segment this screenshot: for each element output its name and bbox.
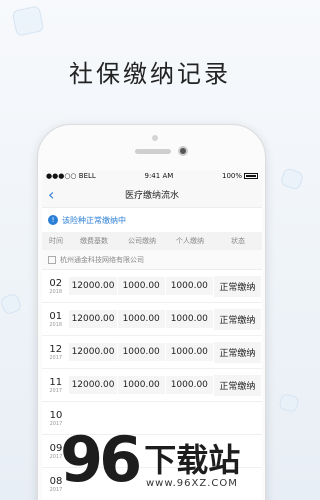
row-company: 1000.00: [117, 277, 165, 295]
status-time: 9:41 AM: [144, 172, 174, 180]
header-status: 状态: [231, 237, 245, 245]
row-date: 02 2018: [42, 278, 69, 295]
row-company: 1000.00: [117, 376, 165, 394]
row-status: 正常缴纳: [213, 275, 261, 297]
info-icon: !: [48, 215, 58, 225]
row-personal: 1000.00: [165, 343, 213, 361]
company-row: 杭州通金科技网络有限公司: [42, 250, 262, 270]
header-personal: 个人缴纳: [176, 237, 204, 245]
row-personal: 1000.00: [165, 277, 213, 295]
row-date: 11 2017: [42, 377, 69, 394]
header-company: 公司缴纳: [128, 237, 156, 245]
row-month: 10: [49, 409, 63, 421]
building-icon: [48, 255, 56, 264]
bg-decoration-left: [0, 292, 23, 316]
status-battery: 100%: [222, 172, 258, 180]
status-carrier: ●●●○○ BELL: [46, 172, 96, 180]
row-month: 01: [49, 310, 63, 322]
phone-camera: [178, 146, 188, 156]
watermark-text: 下载站: [144, 441, 241, 479]
row-status: 正常缴纳: [213, 341, 261, 363]
table-row[interactable]: 01 2018 12000.00 1000.00 1000.00 正常缴纳: [42, 303, 262, 336]
row-year: 2017: [49, 354, 63, 361]
nav-title: 医疗缴纳流水: [124, 191, 179, 201]
row-status: 正常缴纳: [213, 374, 261, 396]
phone-sensor-dot: [152, 135, 158, 141]
row-personal: 1000.00: [165, 376, 213, 394]
battery-percent: 100%: [221, 172, 242, 180]
bg-decoration-topleft: [11, 5, 45, 37]
row-base: 12000.00: [69, 343, 117, 361]
row-company: 1000.00: [117, 310, 165, 328]
table-row[interactable]: 11 2017 12000.00 1000.00 1000.00 正常缴纳: [42, 369, 262, 402]
company-name: 杭州通金科技网络有限公司: [60, 255, 144, 264]
watermark-url: www.96XZ.COM: [146, 478, 238, 489]
row-year: 2018: [49, 321, 63, 328]
nav-bar: ‹ 医疗缴纳流水: [42, 182, 262, 208]
table-header: 时间 缴费基数 公司缴纳 个人缴纳 状态: [42, 232, 262, 250]
page-title: 社保缴纳记录: [69, 60, 231, 88]
row-base: 12000.00: [69, 277, 117, 295]
notice-text: 该险种正常缴纳中: [62, 215, 126, 225]
status-bar: ●●●○○ BELL 9:41 AM 100%: [42, 170, 262, 182]
row-status: 正常缴纳: [213, 308, 261, 330]
row-month: 11: [49, 376, 63, 388]
bg-decoration-bottom-right: [278, 392, 300, 414]
row-month: 02: [49, 277, 63, 289]
row-date: 12 2017: [42, 344, 69, 361]
table-row[interactable]: 12 2017 12000.00 1000.00 1000.00 正常缴纳: [42, 336, 262, 369]
phone-speaker: [135, 149, 171, 154]
watermark-number: 96: [60, 423, 142, 496]
table-row[interactable]: 02 2018 12000.00 1000.00 1000.00 正常缴纳: [42, 270, 262, 303]
row-personal: 1000.00: [165, 310, 213, 328]
battery-icon: [244, 173, 258, 179]
row-date: 01 2018: [42, 311, 69, 328]
row-year: 2018: [49, 288, 63, 295]
header-time: 时间: [49, 237, 63, 245]
row-company: 1000.00: [117, 343, 165, 361]
row-month: 12: [49, 343, 63, 355]
chevron-left-icon[interactable]: ‹: [48, 185, 54, 204]
row-year: 2017: [49, 387, 63, 394]
header-base: 缴费基数: [80, 237, 108, 245]
row-base: 12000.00: [69, 310, 117, 328]
bg-decoration-right: [279, 167, 305, 191]
status-notice: ! 该险种正常缴纳中: [42, 208, 262, 232]
row-base: 12000.00: [69, 376, 117, 394]
